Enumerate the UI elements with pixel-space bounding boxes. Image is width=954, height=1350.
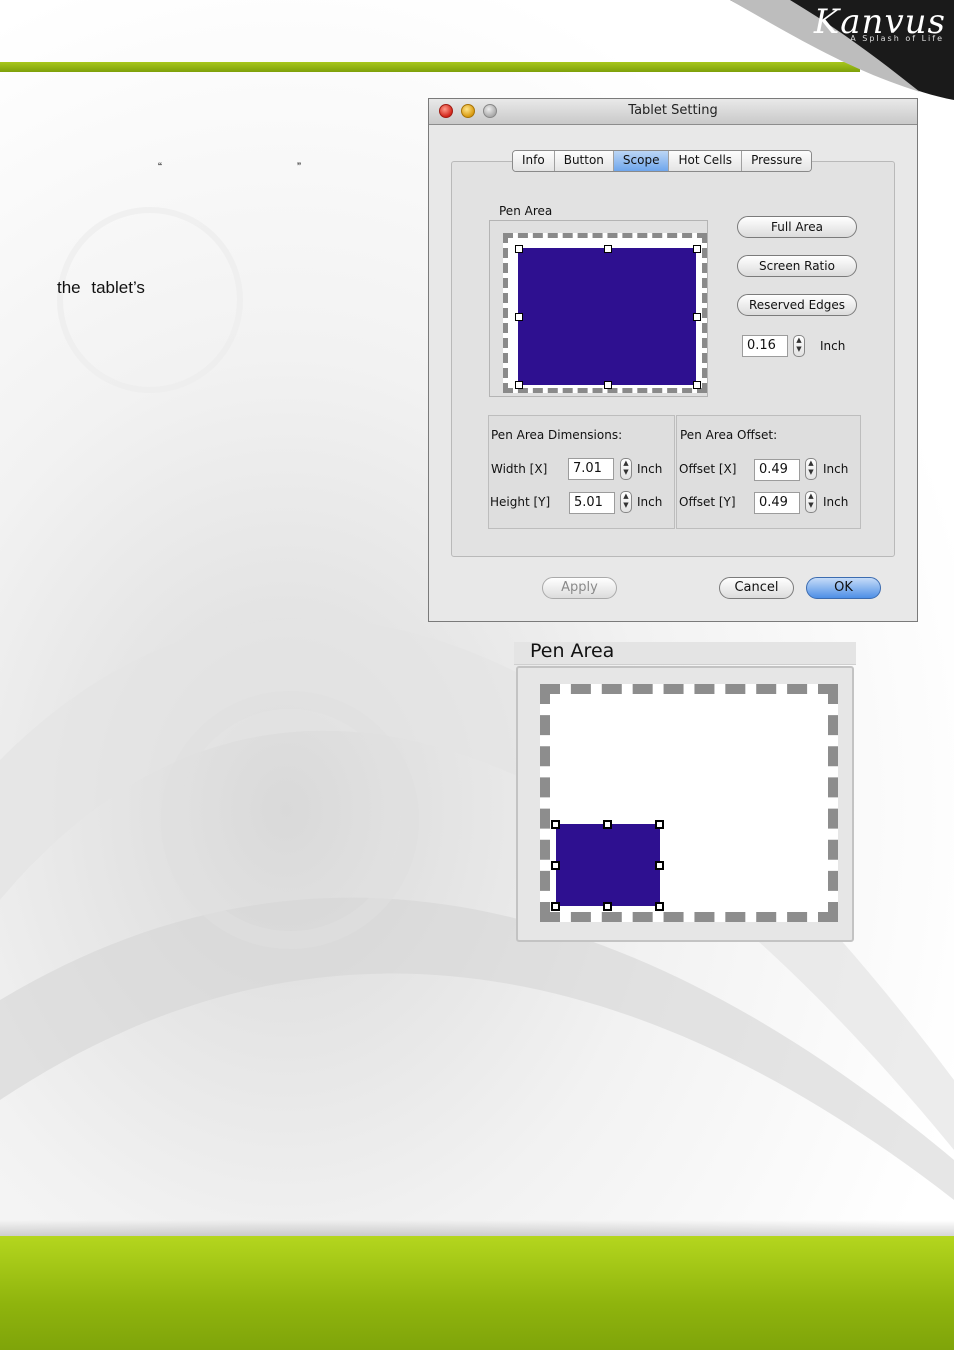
resize-handle-br[interactable] (693, 381, 701, 389)
resize-handle-tr[interactable] (693, 245, 701, 253)
offset-x-input[interactable]: 0.49 (754, 459, 800, 481)
tablet-setting-dialog: Tablet Setting Info Button Scope Hot Cel… (428, 98, 918, 622)
height-stepper[interactable]: ▲ ▼ (620, 491, 632, 513)
pen-area-rect[interactable] (518, 248, 696, 385)
screen-ratio-button[interactable]: Screen Ratio (737, 255, 857, 277)
height-unit: Inch (637, 495, 663, 509)
tab-button[interactable]: Button (554, 151, 614, 171)
offset-y-input[interactable]: 0.49 (754, 492, 800, 514)
zoom-handle-right (655, 861, 664, 870)
reserved-edges-input[interactable]: 0.16 (742, 335, 788, 357)
window-title: Tablet Setting (628, 103, 718, 118)
cancel-button[interactable]: Cancel (719, 577, 794, 599)
pen-area-label: Pen Area (499, 204, 553, 218)
tab-hot-cells[interactable]: Hot Cells (669, 151, 743, 171)
zoom-handle-bottom (603, 902, 612, 911)
tab-scope[interactable]: Scope (613, 151, 670, 171)
quote-open: “ (158, 160, 162, 174)
reserved-edges-stepper[interactable]: ▲ ▼ (793, 335, 805, 357)
zoom-handle-left (551, 861, 560, 870)
zoom-title: Pen Area (530, 640, 615, 662)
resize-handle-bottom[interactable] (604, 381, 612, 389)
reserved-edges-button[interactable]: Reserved Edges (737, 294, 857, 316)
offset-y-unit: Inch (823, 495, 849, 509)
width-stepper[interactable]: ▲ ▼ (620, 458, 632, 480)
title-bar[interactable]: Tablet Setting (429, 99, 917, 125)
offset-x-label: Offset [X] (679, 462, 737, 476)
zoom-box (516, 666, 854, 942)
offset-x-stepper[interactable]: ▲ ▼ (805, 458, 817, 480)
logo-page-curl: Kanvus A Splash of Life (730, 0, 954, 100)
resize-handle-top[interactable] (604, 245, 612, 253)
full-area-button[interactable]: Full Area (737, 216, 857, 238)
zoom-handle-bl (551, 902, 560, 911)
width-input[interactable]: 7.01 (568, 458, 614, 480)
offset-y-label: Offset [Y] (679, 495, 736, 509)
tab-info[interactable]: Info (513, 151, 555, 171)
zoom-handle-tl (551, 820, 560, 829)
offset-x-unit: Inch (823, 462, 849, 476)
width-unit: Inch (637, 462, 663, 476)
zoom-handle-br (655, 902, 664, 911)
body-text-fragment: the tablet’s (57, 278, 145, 297)
zoom-handle-top (603, 820, 612, 829)
height-label: Height [Y] (490, 495, 551, 509)
footer-green-band (0, 1236, 954, 1350)
zoom-pen-rect (556, 824, 660, 906)
reserved-unit-label: Inch (820, 339, 846, 353)
zoom-header: Pen Area (514, 640, 856, 665)
width-label: Width [X] (491, 462, 548, 476)
resize-handle-bl[interactable] (515, 381, 523, 389)
brand-tagline: A Splash of Life (850, 34, 944, 43)
zoom-tablet-frame (540, 684, 838, 922)
apply-button[interactable]: Apply (542, 577, 617, 599)
resize-handle-right[interactable] (693, 313, 701, 321)
dimensions-title: Pen Area Dimensions: (491, 428, 623, 442)
pen-area-zoom: Pen Area (514, 640, 856, 944)
offset-y-stepper[interactable]: ▲ ▼ (805, 491, 817, 513)
tab-pressure[interactable]: Pressure (742, 151, 812, 171)
resize-handle-tl[interactable] (515, 245, 523, 253)
offset-title: Pen Area Offset: (680, 428, 778, 442)
pen-area-box (489, 220, 708, 397)
zoom-handle-tr (655, 820, 664, 829)
tab-bar: Info Button Scope Hot Cells Pressure (512, 150, 813, 172)
height-input[interactable]: 5.01 (569, 492, 615, 514)
tablet-area-frame (503, 233, 707, 393)
ok-button[interactable]: OK (806, 577, 881, 599)
quote-close: ” (297, 160, 301, 174)
resize-handle-left[interactable] (515, 313, 523, 321)
